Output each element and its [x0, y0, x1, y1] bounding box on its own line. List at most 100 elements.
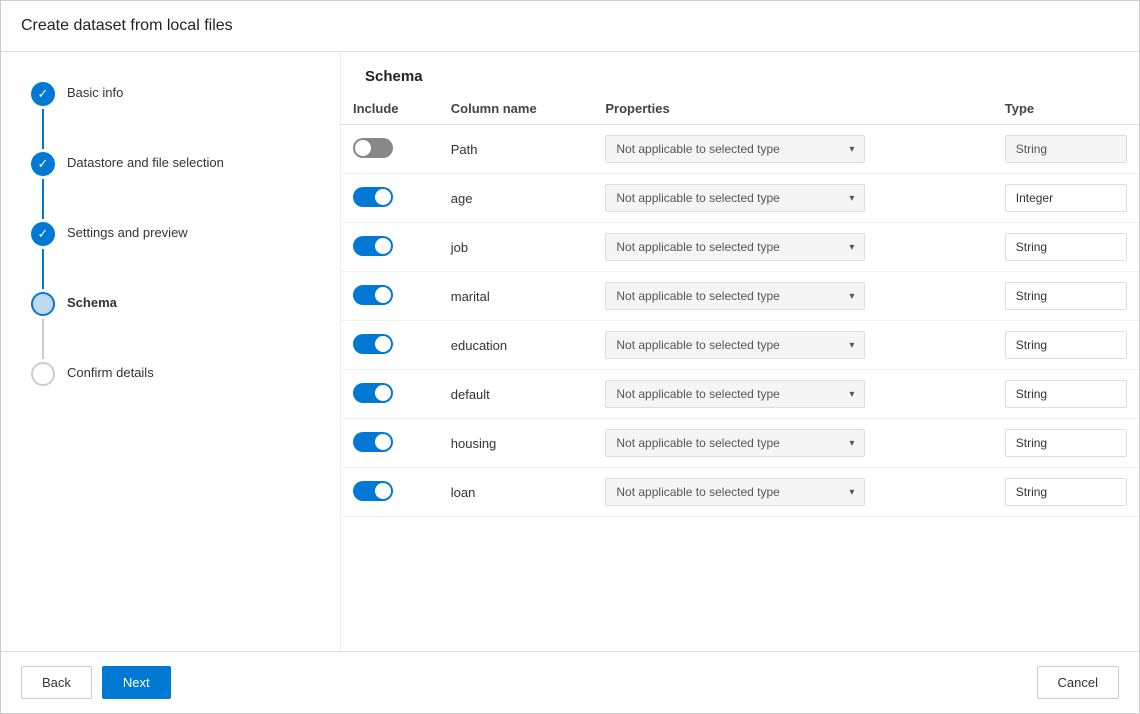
step-icon-settings: ✓ [31, 222, 55, 246]
col-header-type: Type [993, 93, 1139, 125]
next-button[interactable]: Next [102, 666, 171, 699]
toggle-job[interactable] [353, 236, 393, 256]
type-field-housing[interactable]: String [1005, 429, 1127, 457]
page-title: Create dataset from local files [21, 17, 1119, 35]
sidebar-step-datastore: ✓ Datastore and file selection [31, 152, 310, 222]
footer: Back Next Cancel [1, 651, 1139, 713]
schema-table: Include Column name Properties Type Path… [341, 93, 1139, 517]
table-row: loan Not applicable to selected type▾ Stri… [341, 468, 1139, 517]
table-row: maritalNot applicable to selected type▾S… [341, 272, 1139, 321]
td-props-default: Not applicable to selected type▾ [593, 370, 992, 419]
props-chevron-housing: ▾ [849, 438, 854, 449]
sidebar-step-schema: Schema [31, 292, 310, 362]
toggle-path[interactable] [353, 138, 393, 158]
toggle-housing[interactable] [353, 432, 393, 452]
props-text-marital: Not applicable to selected type [616, 289, 779, 303]
type-field-education[interactable]: String [1005, 331, 1127, 359]
td-type-path: String [993, 125, 1139, 174]
step-label-basic-info: Basic info [67, 82, 123, 100]
back-button[interactable]: Back [21, 666, 92, 699]
type-field-job[interactable]: String [1005, 233, 1127, 261]
props-dropdown-path[interactable]: Not applicable to selected type ▾ [605, 135, 865, 163]
sidebar: ✓Basic info✓Datastore and file selection… [1, 52, 341, 651]
table-row: education Not applicable to selected type… [341, 321, 1139, 370]
props-dropdown-job[interactable]: Not applicable to selected type ▾ [605, 233, 865, 261]
props-chevron-job: ▾ [849, 242, 854, 253]
toggle-education[interactable] [353, 334, 393, 354]
type-field-path: String [1005, 135, 1127, 163]
cell-name-loan: loan [439, 468, 594, 517]
props-text-default: Not applicable to selected type [616, 387, 779, 401]
td-include-marital [341, 272, 439, 321]
cell-name-housing: housing [439, 419, 594, 468]
toggle-thumb-path [355, 140, 371, 156]
type-field-loan[interactable]: String [1005, 478, 1127, 506]
title-bar: Create dataset from local files [1, 1, 1139, 52]
toggle-thumb-default [375, 385, 391, 401]
toggle-age[interactable] [353, 187, 393, 207]
schema-table-container[interactable]: Include Column name Properties Type Path… [341, 93, 1139, 651]
props-dropdown-marital[interactable]: Not applicable to selected type ▾ [605, 282, 865, 310]
td-include-job [341, 223, 439, 272]
table-row: default Not applicable to selected type▾ S… [341, 370, 1139, 419]
props-dropdown-default[interactable]: Not applicable to selected type▾ [605, 380, 865, 408]
sidebar-step-basic-info: ✓Basic info [31, 82, 310, 152]
toggle-thumb-marital [375, 287, 391, 303]
props-text-loan: Not applicable to selected type [616, 485, 779, 499]
td-type-marital: String [993, 272, 1139, 321]
props-dropdown-loan[interactable]: Not applicable to selected type▾ [605, 478, 865, 506]
toggle-thumb-age [375, 189, 391, 205]
td-props-path: Not applicable to selected type ▾ [593, 125, 992, 174]
type-field-age[interactable]: Integer [1005, 184, 1127, 212]
td-include-path [341, 125, 439, 174]
td-include-loan [341, 468, 439, 517]
td-type-job: String [993, 223, 1139, 272]
type-field-default[interactable]: String [1005, 380, 1127, 408]
step-connector-datastore [42, 179, 44, 219]
props-dropdown-age[interactable]: Not applicable to selected type ▾ [605, 184, 865, 212]
cell-name-job: job [439, 223, 594, 272]
content-area: ✓Basic info✓Datastore and file selection… [1, 52, 1139, 651]
cell-name-education: education [439, 321, 594, 370]
table-row: Path Not applicable to selected type ▾ Stri… [341, 125, 1139, 174]
props-chevron-marital: ▾ [849, 291, 854, 302]
cell-name-path: Path [439, 125, 594, 174]
schema-title: Schema [341, 52, 1139, 93]
col-header-properties: Properties [593, 93, 992, 125]
cancel-button[interactable]: Cancel [1037, 666, 1119, 699]
type-field-marital[interactable]: String [1005, 282, 1127, 310]
props-text-path: Not applicable to selected type [616, 142, 779, 156]
toggle-thumb-education [375, 336, 391, 352]
toggle-loan[interactable] [353, 481, 393, 501]
td-props-housing: Not applicable to selected type ▾ [593, 419, 992, 468]
toggle-marital[interactable] [353, 285, 393, 305]
col-header-include: Include [341, 93, 439, 125]
td-type-age: Integer [993, 174, 1139, 223]
props-text-age: Not applicable to selected type [616, 191, 779, 205]
td-type-default: String [993, 370, 1139, 419]
td-props-loan: Not applicable to selected type▾ [593, 468, 992, 517]
step-label-datastore: Datastore and file selection [67, 152, 224, 170]
toggle-default[interactable] [353, 383, 393, 403]
props-dropdown-housing[interactable]: Not applicable to selected type ▾ [605, 429, 865, 457]
td-include-housing [341, 419, 439, 468]
step-label-settings: Settings and preview [67, 222, 188, 240]
props-text-education: Not applicable to selected type [616, 338, 779, 352]
td-type-loan: String [993, 468, 1139, 517]
td-props-marital: Not applicable to selected type ▾ [593, 272, 992, 321]
cell-name-age: age [439, 174, 594, 223]
cell-name-default: default [439, 370, 594, 419]
props-chevron-age: ▾ [849, 193, 854, 204]
props-chevron-path: ▾ [849, 144, 854, 155]
table-row: age Not applicable to selected type ▾ Integ… [341, 174, 1139, 223]
table-row: job Not applicable to selected type ▾ Strin… [341, 223, 1139, 272]
props-text-housing: Not applicable to selected type [616, 436, 779, 450]
td-props-education: Not applicable to selected type▾ [593, 321, 992, 370]
td-include-default [341, 370, 439, 419]
sidebar-step-confirm: Confirm details [31, 362, 310, 386]
step-icon-datastore: ✓ [31, 152, 55, 176]
td-type-housing: String [993, 419, 1139, 468]
props-text-job: Not applicable to selected type [616, 240, 779, 254]
props-dropdown-education[interactable]: Not applicable to selected type▾ [605, 331, 865, 359]
step-icon-confirm [31, 362, 55, 386]
